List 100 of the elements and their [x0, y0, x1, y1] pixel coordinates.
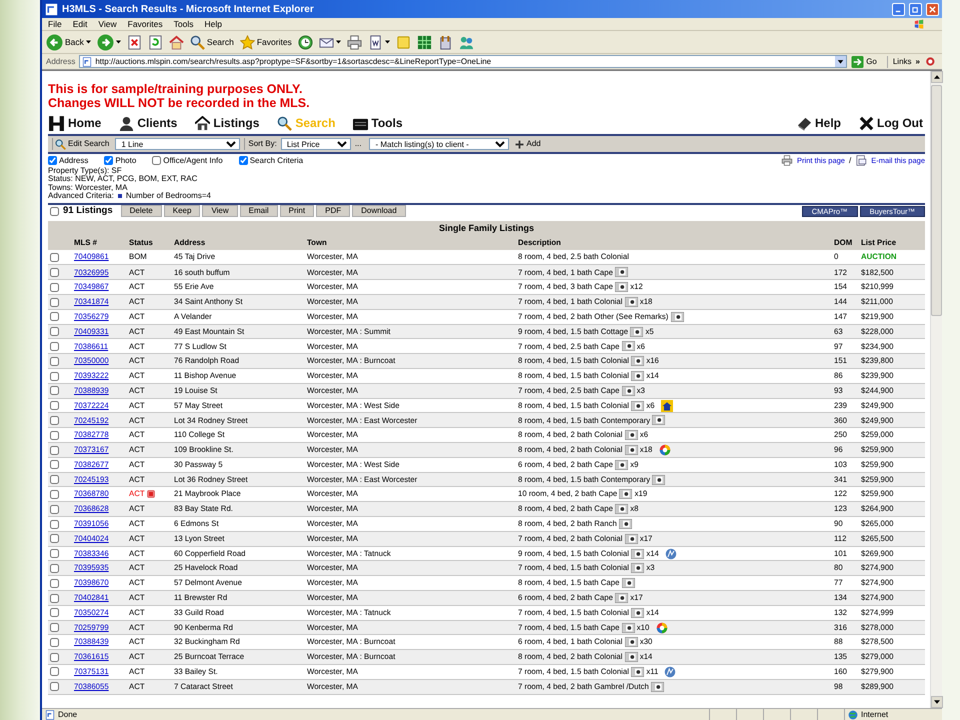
nav-link[interactable]: Log Out — [859, 114, 923, 132]
action-button[interactable]: Print — [280, 205, 314, 218]
row-checkbox[interactable] — [50, 446, 59, 455]
links-more[interactable]: » — [916, 56, 920, 68]
row-checkbox[interactable] — [50, 623, 59, 632]
nav-link[interactable]: Home — [48, 114, 102, 132]
action-button[interactable]: Download — [352, 205, 406, 218]
favorites-button[interactable]: Favorites — [240, 34, 292, 50]
option-label: Address — [59, 154, 88, 166]
row-checkbox[interactable] — [50, 578, 59, 588]
zone-text: Internet — [861, 708, 888, 720]
row-checkbox[interactable] — [50, 282, 59, 292]
search-icon — [277, 116, 292, 130]
add-button[interactable]: Add — [513, 138, 543, 150]
row-checkbox[interactable] — [50, 460, 59, 470]
links-label[interactable]: Links — [886, 56, 912, 68]
lines-dropdown[interactable]: 1 Line — [115, 138, 240, 150]
go-button[interactable]: Go — [851, 56, 883, 68]
row-checkbox[interactable] — [50, 534, 59, 544]
action-button[interactable]: Delete — [120, 205, 162, 218]
nav-link[interactable]: Listings — [195, 114, 260, 132]
stop-button[interactable] — [126, 34, 142, 50]
scrollbar[interactable] — [930, 71, 942, 708]
page-icon — [82, 56, 92, 66]
row-checkbox[interactable] — [50, 356, 59, 366]
menu-item[interactable]: Favorites — [128, 18, 163, 30]
row-checkbox[interactable] — [50, 594, 59, 602]
action-button[interactable]: Keep — [164, 205, 200, 218]
printer-icon — [346, 34, 362, 50]
back-button[interactable]: Back — [46, 34, 91, 50]
row-checkbox[interactable] — [50, 608, 59, 618]
row-checkbox[interactable] — [50, 342, 59, 351]
more-link[interactable]: ... — [354, 138, 362, 150]
action-button[interactable]: Email — [240, 205, 278, 218]
address-field[interactable]: http://auctions.mlspin.com/search/results.asp?proptype=SF&sortby=1&sortascdesc=&LineReportType=OneLine — [79, 55, 848, 68]
dropdown-icon — [835, 56, 846, 67]
select-all-checkbox[interactable] — [50, 206, 59, 216]
row-checkbox[interactable] — [50, 682, 59, 692]
row-checkbox[interactable] — [50, 401, 59, 410]
maximize-button[interactable] — [909, 2, 922, 16]
print-button[interactable] — [346, 34, 362, 50]
forward-button[interactable] — [96, 34, 121, 50]
row-checkbox[interactable] — [50, 549, 59, 558]
camera-icon — [615, 460, 628, 470]
search-button[interactable]: Search — [190, 34, 234, 50]
row-checkbox[interactable] — [50, 298, 59, 307]
menu-item[interactable]: View — [98, 18, 117, 30]
menu-item[interactable]: Help — [204, 18, 222, 30]
row-checkbox[interactable] — [50, 386, 59, 396]
alert-icon — [146, 490, 155, 498]
row-checkbox[interactable] — [50, 564, 59, 573]
row-checkbox[interactable] — [50, 504, 59, 514]
minimize-button[interactable] — [892, 2, 905, 16]
menu-item[interactable]: Tools — [174, 18, 194, 30]
option-checkbox[interactable] — [238, 156, 248, 165]
row-checkbox[interactable] — [50, 252, 59, 262]
edit-search-button[interactable]: Edit Search — [52, 138, 112, 150]
history-button[interactable] — [298, 34, 313, 50]
row-checkbox[interactable] — [50, 372, 59, 381]
people-icon — [458, 34, 474, 50]
close-button[interactable] — [926, 2, 939, 16]
option-checkbox[interactable] — [152, 156, 162, 165]
caret-icon — [336, 40, 341, 44]
home-button[interactable] — [168, 34, 184, 50]
row-checkbox[interactable] — [50, 520, 59, 529]
restore-icon — [912, 6, 919, 12]
nav-link[interactable]: Clients — [119, 114, 178, 132]
action-button[interactable]: View — [202, 205, 238, 218]
row-checkbox[interactable] — [50, 430, 59, 440]
camera-icon — [652, 415, 666, 426]
row-checkbox[interactable] — [50, 268, 59, 277]
person-icon — [119, 116, 134, 130]
match-client-dropdown[interactable]: - Match listing(s) to client - — [369, 138, 510, 150]
tool-button[interactable] — [438, 34, 453, 50]
action-button[interactable]: PDF — [316, 205, 350, 218]
nav-link[interactable]: Tools — [353, 114, 403, 132]
camera-icon — [670, 312, 684, 322]
grid-button[interactable] — [416, 34, 432, 50]
tool-icon — [438, 34, 453, 50]
sort-dropdown[interactable]: List Price — [280, 138, 351, 150]
caret-icon — [384, 40, 390, 44]
row-checkbox[interactable] — [50, 327, 59, 336]
nav-link[interactable]: Help — [797, 114, 842, 132]
menu-item[interactable]: File — [48, 18, 62, 30]
add-icon — [515, 140, 524, 148]
row-checkbox[interactable] — [50, 667, 59, 676]
row-checkbox[interactable] — [50, 416, 59, 425]
edit-button[interactable] — [368, 34, 390, 50]
people-button[interactable] — [458, 34, 474, 50]
row-checkbox[interactable] — [50, 312, 59, 322]
menu-item[interactable]: Edit — [72, 18, 88, 30]
row-checkbox[interactable] — [50, 638, 59, 647]
option-checkbox[interactable] — [104, 156, 114, 165]
row-checkbox[interactable] — [50, 652, 59, 662]
row-checkbox[interactable] — [50, 490, 59, 499]
option-checkbox[interactable] — [48, 156, 57, 165]
stop-icon — [126, 34, 142, 50]
globe-icon — [665, 548, 678, 560]
row-checkbox[interactable] — [50, 475, 59, 484]
refresh-button[interactable] — [148, 34, 163, 50]
